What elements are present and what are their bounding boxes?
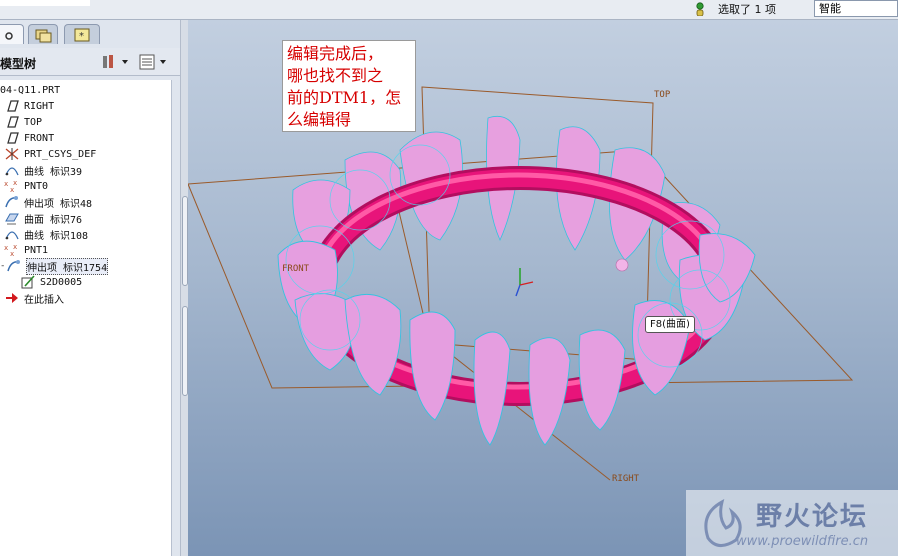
tree-item-csys[interactable]: PRT_CSYS_DEF (4, 146, 96, 162)
folder-icon (35, 29, 52, 43)
svg-text:x: x (13, 179, 17, 187)
watermark-url: www.proewildfire.cn (736, 534, 869, 549)
selection-area: 选取了 1 项 智能 (686, 0, 898, 18)
model-tree-panel: * 模型树 04-Q11.PRT RIGHT TOP FRONT PRT_CSY… (0, 20, 180, 556)
svg-text:x: x (10, 186, 14, 193)
tree-item-protrusion-1754[interactable]: - 伸出项 标识1754 (0, 257, 109, 275)
svg-text:x: x (4, 180, 8, 188)
selection-filter-dropdown[interactable]: 智能 (814, 0, 898, 17)
tree-item-label: TOP (24, 116, 43, 128)
tree-item-front[interactable]: FRONT (4, 130, 54, 146)
hover-tooltip: F8(曲面) (645, 316, 695, 333)
tree-settings-button[interactable] (100, 53, 130, 71)
tree-item-label: PNT1 (24, 244, 49, 256)
tree-show-button[interactable] (138, 53, 172, 71)
panel-splitter[interactable] (180, 20, 188, 556)
datum-point-icon: xxx (4, 179, 20, 194)
surface-icon (4, 211, 20, 225)
tree-item-label: RIGHT (24, 100, 55, 112)
tree-item-protrusion-48[interactable]: 伸出项 标识48 (4, 194, 92, 210)
tree-title: 模型树 (0, 57, 37, 71)
tree-item-label: S2D0005 (40, 276, 83, 288)
datum-point-marker[interactable] (615, 258, 629, 272)
svg-text:x: x (10, 250, 14, 257)
svg-text:x: x (4, 244, 8, 252)
tree-item-label: 曲线 标识39 (24, 166, 83, 178)
plane-label-top: TOP (654, 90, 671, 100)
status-bar: 选取了 1 项 智能 (0, 0, 898, 20)
tab-model-tree[interactable] (0, 24, 24, 44)
tree-item-label: PNT0 (24, 180, 49, 192)
plane-label-right: RIGHT (612, 474, 640, 484)
curve-icon (4, 163, 20, 177)
question-note: 编辑完成后， 哪也找不到之 前的DTM1，怎 么编辑得 (282, 40, 416, 132)
datum-plane-icon (4, 115, 20, 129)
coordinate-triad (515, 268, 534, 297)
tree-header: 模型树 (0, 48, 180, 76)
favorites-icon: * (74, 28, 90, 42)
tree-item-label: 曲面 标识76 (24, 214, 83, 226)
tree-item-insert-here[interactable]: 在此插入 (4, 290, 64, 306)
tree-item-label: 04-Q11.PRT (0, 84, 61, 96)
protrusion-icon (4, 195, 20, 209)
tree-item-root[interactable]: 04-Q11.PRT (0, 82, 60, 98)
coordinate-system-icon (4, 147, 20, 161)
list-view-icon (139, 54, 166, 70)
navigator-tabs: * (0, 20, 180, 44)
tree-item-pnt0[interactable]: xxx PNT0 (4, 178, 48, 194)
tree-item-label: FRONT (24, 132, 55, 144)
curve-icon (4, 227, 20, 241)
tree-item-surface-76[interactable]: 曲面 标识76 (4, 210, 82, 226)
tree-item-label: 在此插入 (24, 294, 64, 306)
tab-folder-browser[interactable] (28, 24, 58, 44)
title-strip (0, 0, 90, 6)
insert-arrow-icon (4, 291, 20, 305)
selection-count-text: 选取了 1 项 (718, 3, 776, 16)
svg-text:*: * (79, 31, 84, 42)
forum-watermark: 野火论坛 www.proewildfire.cn (686, 490, 898, 556)
tree-item-label: PRT_CSYS_DEF (24, 148, 97, 160)
svg-text:x: x (13, 243, 17, 251)
tree-item-label: 伸出项 标识48 (24, 198, 93, 210)
tree-item-label: 曲线 标识108 (24, 230, 89, 242)
sketch-icon (20, 275, 36, 289)
status-light-icon (694, 2, 706, 17)
datum-plane-icon (4, 99, 20, 113)
tree-item-sketch[interactable]: S2D0005 (20, 274, 82, 290)
model-tree: 04-Q11.PRT RIGHT TOP FRONT PRT_CSYS_DEF … (0, 80, 172, 556)
tree-item-curve-108[interactable]: 曲线 标识108 (4, 226, 88, 242)
tree-item-top[interactable]: TOP (4, 114, 42, 130)
settings-tools-icon (103, 55, 128, 68)
datum-plane-icon (4, 131, 20, 145)
tree-item-curve-39[interactable]: 曲线 标识39 (4, 162, 82, 178)
tree-item-right[interactable]: RIGHT (4, 98, 54, 114)
tab-favorites[interactable]: * (64, 24, 100, 44)
tree-item-pnt1[interactable]: xxx PNT1 (4, 242, 48, 258)
watermark-title: 野火论坛 (756, 502, 869, 532)
plane-label-front: FRONT (282, 264, 310, 274)
tree-item-label-selected: 伸出项 标识1754 (26, 257, 109, 275)
petal-surfaces-front[interactable] (277, 233, 756, 446)
datum-point-icon: xxx (4, 243, 20, 258)
protrusion-icon (6, 259, 22, 273)
